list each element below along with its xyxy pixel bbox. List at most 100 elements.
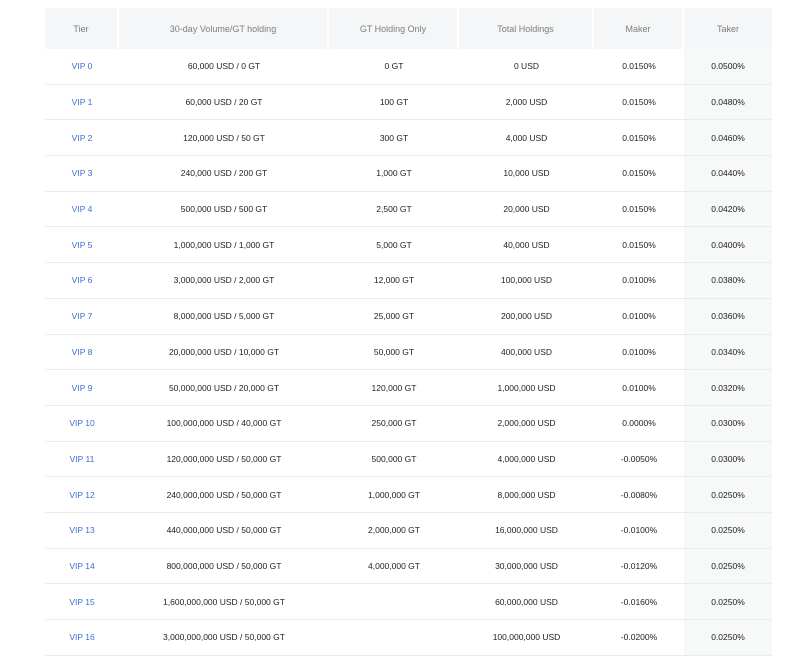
table-row: VIP 10 100,000,000 USD / 40,000 GT 250,000… [45,405,772,442]
total-holdings-cell: 20,000 USD [503,204,550,215]
tier-cell[interactable]: VIP 13 [45,513,119,548]
taker-fee-cell: 0.0400% [684,227,772,263]
total-holdings-cell: 30,000,000 USD [495,560,558,571]
table-body: VIP 0 60,000 USD / 0 GT 0 GT 0 USD 0.0150% 0.… [45,49,772,656]
gt-holding-cell [329,620,459,655]
tier-cell[interactable]: VIP 7 [45,299,119,334]
table-row: VIP 1 60,000 USD / 20 GT 100 GT 2,000 USD 0.… [45,84,772,121]
tier-cell[interactable]: VIP 11 [45,442,119,477]
gt-holding-cell: 1,000,000 GT [368,489,420,500]
tier-cell[interactable]: VIP 16 [45,620,119,655]
total-holdings-cell: 400,000 USD [500,346,553,357]
table-row: VIP 12 240,000,000 USD / 50,000 GT 1,000,0… [45,477,772,513]
header-maker: Maker [594,8,684,49]
volume-cell: 800,000,000 USD / 50,000 GT [166,560,282,571]
table-row: VIP 0 60,000 USD / 0 GT 0 GT 0 USD 0.0150% 0.… [45,49,772,85]
header-taker: Taker [684,8,772,49]
tier-cell[interactable]: VIP 3 [45,156,119,191]
taker-fee-cell: 0.0420% [684,191,772,227]
tier-cell[interactable]: VIP 0 [45,49,119,84]
total-holdings-cell: 2,000 USD [505,97,548,108]
volume-cell: 60,000 USD / 0 GT [187,61,261,72]
volume-cell: 100,000,000 USD / 40,000 GT [166,418,282,429]
taker-fee-cell: 0.0380% [684,263,772,298]
maker-fee-cell: 0.0150% [622,132,656,143]
total-holdings-cell: 40,000 USD [503,239,550,250]
volume-cell: 50,000,000 USD / 20,000 GT [168,382,280,393]
maker-fee-cell: 0.0100% [622,382,656,393]
tier-cell[interactable]: VIP 15 [45,584,119,619]
total-holdings-cell: 4,000 USD [505,132,548,143]
tier-cell[interactable]: VIP 2 [45,120,119,155]
volume-cell: 3,000,000 USD / 2,000 GT [173,275,275,286]
table-row: VIP 8 20,000,000 USD / 10,000 GT 50,000 GT… [45,334,772,371]
taker-fee-cell: 0.0300% [684,441,772,477]
maker-fee-cell: 0.0100% [622,275,656,286]
taker-fee-cell: 0.0250% [684,548,772,584]
volume-cell: 20,000,000 USD / 10,000 GT [168,346,280,357]
taker-fee-cell: 0.0440% [684,156,772,191]
tier-cell[interactable]: VIP 14 [45,549,119,584]
maker-fee-cell: 0.0000% [622,418,656,429]
table-row: VIP 5 1,000,000 USD / 1,000 GT 5,000 GT 40,… [45,227,772,264]
taker-fee-cell: 0.0460% [684,120,772,156]
tier-cell[interactable]: VIP 1 [45,85,119,120]
header-gt-holding-only: GT Holding Only [329,8,459,49]
maker-fee-cell: 0.0150% [622,204,656,215]
taker-fee-cell: 0.0360% [684,298,772,334]
total-holdings-cell: 200,000 USD [500,311,553,322]
taker-fee-cell: 0.0480% [684,84,772,120]
total-holdings-cell: 100,000,000 USD [492,632,561,643]
gt-holding-cell: 120,000 GT [371,382,417,393]
volume-cell: 3,000,000,000 USD / 50,000 GT [163,632,285,643]
tier-cell[interactable]: VIP 10 [45,406,119,441]
volume-cell: 8,000,000 USD / 5,000 GT [173,311,275,322]
maker-fee-cell: -0.0120% [620,560,658,571]
maker-fee-cell: -0.0200% [620,632,658,643]
taker-fee-cell: 0.0300% [684,405,772,441]
maker-fee-cell: 0.0150% [622,97,656,108]
table-row: VIP 2 120,000 USD / 50 GT 300 GT 4,000 USD 0… [45,120,772,157]
total-holdings-cell: 60,000,000 USD [495,596,558,607]
gt-holding-cell: 500,000 GT [371,453,417,464]
tier-cell[interactable]: VIP 6 [45,263,119,298]
maker-fee-cell: -0.0100% [620,525,658,536]
volume-cell: 120,000,000 USD / 50,000 GT [166,453,282,464]
total-holdings-cell: 2,000,000 USD [497,418,556,429]
taker-fee-cell: 0.0340% [684,334,772,370]
volume-cell: 120,000 USD / 50 GT [183,132,265,143]
volume-cell: 60,000 USD / 20 GT [185,97,263,108]
gt-holding-cell: 100 GT [379,97,409,108]
vip-fee-table: Tier 30-day Volume/GT holding GT Holding… [45,8,772,656]
maker-fee-cell: 0.0100% [622,346,656,357]
volume-cell: 1,600,000,000 USD / 50,000 GT [163,596,285,607]
total-holdings-cell: 0 USD [513,61,540,72]
tier-cell[interactable]: VIP 8 [45,335,119,370]
tier-cell[interactable]: VIP 9 [45,370,119,405]
total-holdings-cell: 100,000 USD [500,275,553,286]
gt-holding-cell: 0 GT [384,61,404,72]
tier-cell[interactable]: VIP 5 [45,227,119,262]
volume-cell: 440,000,000 USD / 50,000 GT [166,525,282,536]
tier-cell[interactable]: VIP 12 [45,477,119,512]
maker-fee-cell: -0.0050% [620,453,658,464]
maker-fee-cell: 0.0150% [622,61,656,72]
volume-cell: 1,000,000 USD / 1,000 GT [173,239,275,250]
table-row: VIP 7 8,000,000 USD / 5,000 GT 25,000 GT 20… [45,298,772,335]
gt-holding-cell: 50,000 GT [373,346,415,357]
total-holdings-cell: 1,000,000 USD [497,382,556,393]
volume-cell: 500,000 USD / 500 GT [180,204,268,215]
volume-cell: 240,000 USD / 200 GT [180,168,268,179]
table-row: VIP 6 3,000,000 USD / 2,000 GT 12,000 GT 10… [45,263,772,299]
gt-holding-cell: 25,000 GT [373,311,415,322]
tier-cell[interactable]: VIP 4 [45,192,119,227]
table-header: Tier 30-day Volume/GT holding GT Holding… [45,8,772,49]
taker-fee-cell: 0.0250% [684,512,772,548]
maker-fee-cell: 0.0150% [622,239,656,250]
maker-fee-cell: 0.0150% [622,168,656,179]
total-holdings-cell: 8,000,000 USD [497,489,556,500]
gt-holding-cell: 300 GT [379,132,409,143]
gt-holding-cell [329,584,459,619]
table-row: VIP 14 800,000,000 USD / 50,000 GT 4,000,0… [45,548,772,585]
taker-fee-cell: 0.0250% [684,620,772,655]
